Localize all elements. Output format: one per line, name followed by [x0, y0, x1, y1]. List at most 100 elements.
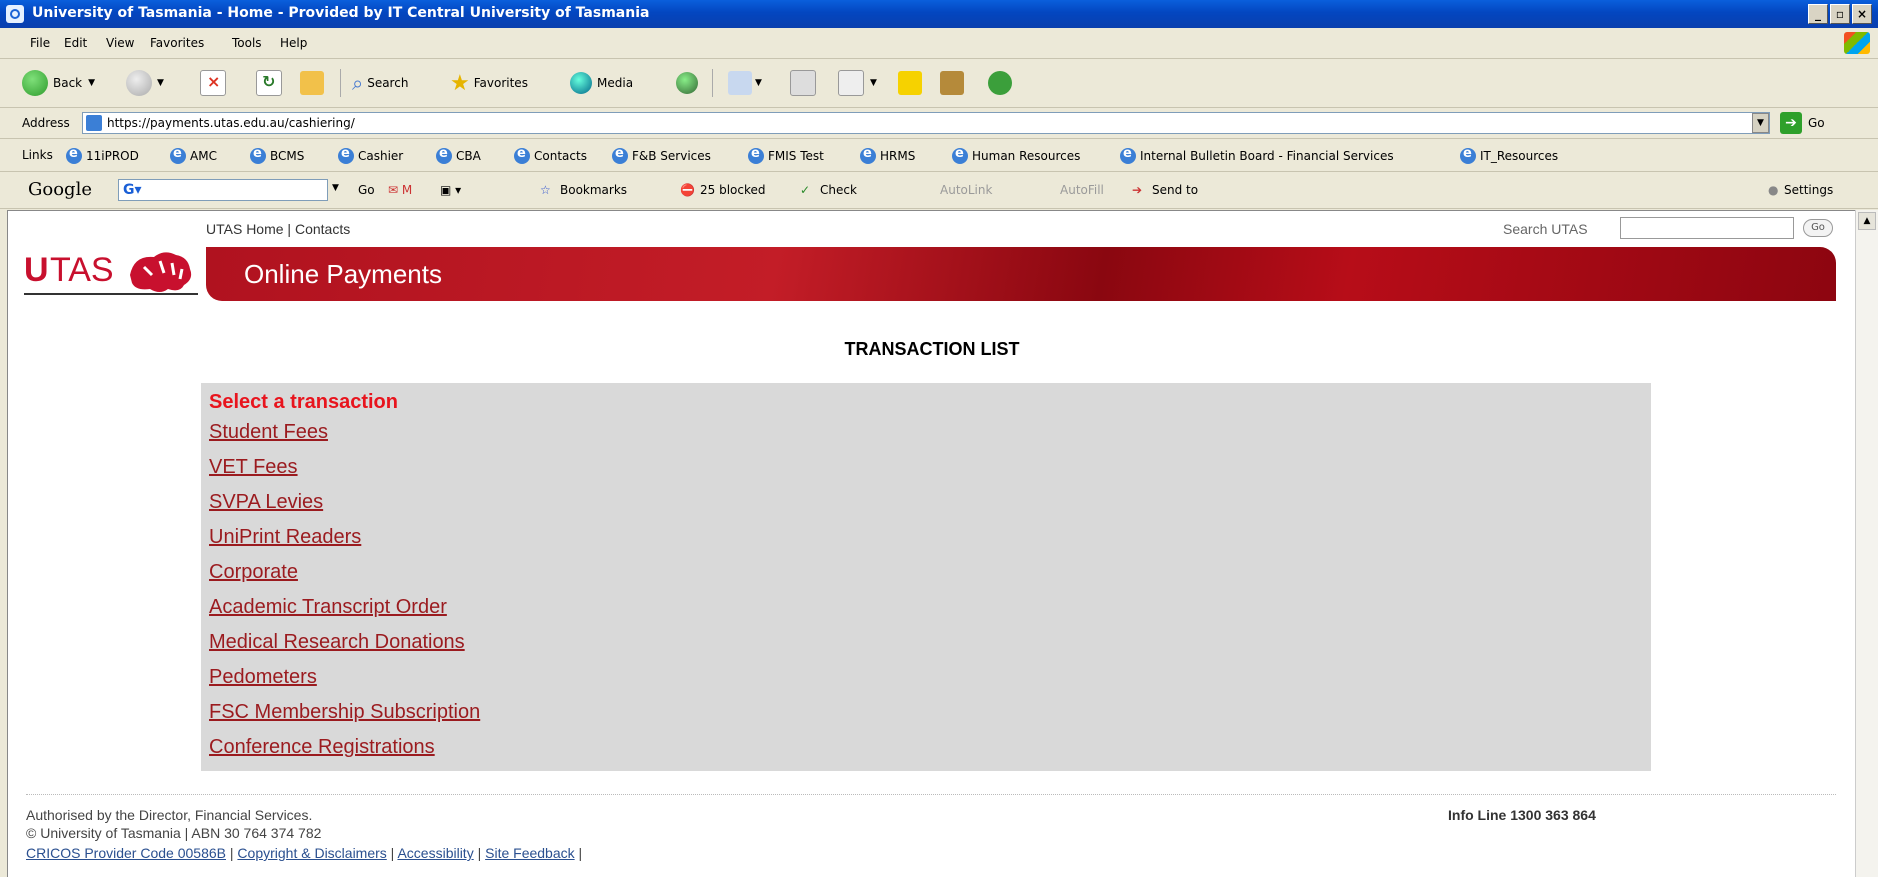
autolink-button[interactable]: AutoLink	[940, 183, 992, 197]
standard-toolbar: Back ▼ ▼ × ↻ ⌕ Search ★ Favorites Media	[0, 59, 1878, 108]
messenger-people-button[interactable]	[988, 68, 1012, 98]
copyright-disclaimers-link[interactable]: Copyright & Disclaimers	[237, 845, 386, 861]
menu-tools[interactable]: Tools	[232, 36, 262, 50]
media-button[interactable]: Media	[570, 68, 633, 98]
google-go-button[interactable]: Go	[358, 183, 375, 197]
link-it-resources[interactable]: IT_Resources	[1460, 146, 1558, 164]
link-label: Cashier	[358, 149, 404, 163]
transaction-pedometers[interactable]: Pedometers	[209, 666, 317, 689]
menu-help[interactable]: Help	[280, 36, 307, 50]
back-button[interactable]: Back ▼	[22, 68, 95, 98]
search-go-button[interactable]: Go	[1803, 219, 1833, 237]
mail-button[interactable]: ▼	[728, 68, 762, 98]
link-human-resources[interactable]: Human Resources	[952, 146, 1080, 164]
google-search-input[interactable]: G▾	[118, 179, 328, 201]
close-button[interactable]: ×	[1852, 4, 1872, 24]
scroll-up-arrow-icon[interactable]: ▲	[1858, 212, 1876, 230]
search-label: Search	[367, 76, 409, 90]
toolbar-separator	[340, 69, 341, 97]
link-cba[interactable]: CBA	[436, 146, 481, 164]
menu-file[interactable]: File	[30, 36, 50, 50]
search-utas-label: Search UTAS	[1503, 221, 1588, 237]
link-amc[interactable]: AMC	[170, 146, 217, 164]
star-icon: ★	[450, 70, 470, 96]
link-11iprod[interactable]: 11iPROD	[66, 146, 139, 164]
favorites-button[interactable]: ★ Favorites	[450, 68, 528, 98]
transaction-corporate[interactable]: Corporate	[209, 561, 298, 584]
home-button[interactable]	[300, 68, 324, 98]
go-label: Go	[1808, 116, 1825, 130]
search-icon: ⌕	[352, 71, 364, 95]
transaction-vet-fees[interactable]: VET Fees	[209, 456, 298, 479]
contacts-link[interactable]: Contacts	[295, 221, 350, 237]
address-dropdown-icon[interactable]: ▼	[1752, 113, 1769, 133]
ie-page-icon	[860, 146, 876, 164]
autofill-button[interactable]: AutoFill	[1060, 183, 1104, 197]
mail-dropdown-icon[interactable]: ▼	[755, 78, 762, 88]
link-fb-services[interactable]: F&B Services	[612, 146, 711, 164]
settings-button[interactable]: Settings	[1784, 183, 1833, 197]
print-button[interactable]	[790, 68, 816, 98]
back-dropdown-icon[interactable]: ▼	[88, 78, 95, 88]
link-cashier[interactable]: Cashier	[338, 146, 404, 164]
link-bcms[interactable]: BCMS	[250, 146, 304, 164]
transaction-panel: Select a transaction Student Fees VET Fe…	[201, 383, 1651, 771]
search-button[interactable]: ⌕ Search	[352, 68, 408, 98]
links-label: Links	[22, 148, 53, 162]
transaction-medical-research-donations[interactable]: Medical Research Donations	[209, 631, 465, 654]
ie-icon	[6, 5, 24, 23]
cricos-link[interactable]: CRICOS Provider Code 00586B	[26, 845, 226, 861]
accessibility-link[interactable]: Accessibility	[397, 845, 473, 861]
transaction-conference-registrations[interactable]: Conference Registrations	[209, 736, 435, 759]
link-internal-bulletin-board[interactable]: Internal Bulletin Board - Financial Serv…	[1120, 146, 1394, 164]
transaction-academic-transcript-order[interactable]: Academic Transcript Order	[209, 596, 447, 619]
refresh-button[interactable]: ↻	[256, 68, 282, 98]
menu-edit[interactable]: Edit	[64, 36, 87, 50]
link-label: FMIS Test	[768, 149, 824, 163]
edit-dropdown-icon[interactable]: ▼	[870, 78, 877, 88]
transaction-svpa-levies[interactable]: SVPA Levies	[209, 491, 323, 514]
google-logo: Google	[28, 179, 92, 200]
forward-dropdown-icon[interactable]: ▼	[157, 78, 164, 88]
transaction-student-fees[interactable]: Student Fees	[209, 421, 328, 444]
history-button[interactable]	[676, 68, 703, 98]
google-dropdown-icon[interactable]: ▼	[332, 183, 339, 193]
edit-button[interactable]: ▼	[838, 68, 877, 98]
link-hrms[interactable]: HRMS	[860, 146, 915, 164]
google-news-icon[interactable]: ▣ ▾	[440, 183, 461, 197]
menu-view[interactable]: View	[106, 36, 134, 50]
gmail-icon[interactable]: ✉ M	[388, 183, 412, 197]
messenger-button[interactable]	[898, 68, 922, 98]
popups-blocked-label[interactable]: 25 blocked	[700, 183, 766, 197]
transaction-uniprint-readers[interactable]: UniPrint Readers	[209, 526, 361, 549]
site-feedback-link[interactable]: Site Feedback	[485, 845, 575, 861]
go-button[interactable]: ➔ Go	[1780, 112, 1825, 134]
maximize-button[interactable]: ▫	[1830, 4, 1850, 24]
minimize-button[interactable]: _	[1808, 4, 1828, 24]
research-button[interactable]	[940, 68, 964, 98]
utas-logo[interactable]: U TAS	[24, 245, 200, 297]
send-to-button[interactable]: Send to	[1152, 183, 1198, 197]
check-button[interactable]: Check	[820, 183, 857, 197]
ie-page-icon	[1120, 146, 1136, 164]
address-input[interactable]: https://payments.utas.edu.au/cashiering/	[82, 112, 1770, 134]
forward-arrow-icon	[126, 70, 152, 96]
address-url: https://payments.utas.edu.au/cashiering/	[107, 116, 355, 130]
search-utas-input[interactable]	[1620, 217, 1794, 239]
forward-button[interactable]: ▼	[126, 68, 164, 98]
utas-home-link[interactable]: UTAS Home	[206, 221, 284, 237]
link-fmis-test[interactable]: FMIS Test	[748, 146, 824, 164]
logo-u: U	[24, 251, 49, 289]
menu-favorites[interactable]: Favorites	[150, 36, 204, 50]
link-contacts[interactable]: Contacts	[514, 146, 587, 164]
ie-page-icon	[612, 146, 628, 164]
top-links: UTAS Home | Contacts	[206, 221, 350, 237]
stop-button[interactable]: ×	[200, 68, 226, 98]
transaction-fsc-membership-subscription[interactable]: FSC Membership Subscription	[209, 701, 480, 724]
bookmarks-button[interactable]: Bookmarks	[560, 183, 627, 197]
media-label: Media	[597, 76, 634, 90]
banner-title: Online Payments	[244, 259, 442, 289]
vertical-scrollbar[interactable]: ▲	[1855, 210, 1878, 877]
toolbar-separator	[712, 69, 713, 97]
stop-icon: ×	[200, 70, 226, 96]
